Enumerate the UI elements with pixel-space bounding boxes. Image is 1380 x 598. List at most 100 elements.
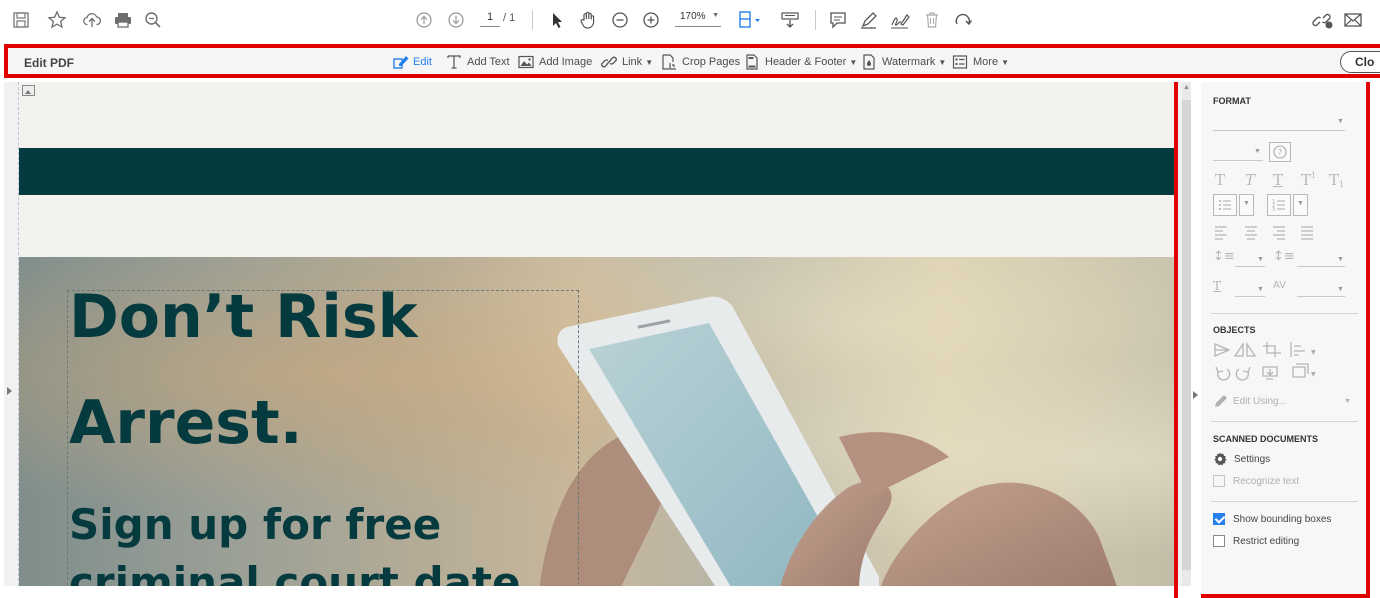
add-text-label: Add Text xyxy=(467,56,510,68)
font-family-dropdown[interactable] xyxy=(1213,130,1345,131)
header-footer-label: Header & Footer xyxy=(765,56,847,68)
zoom-out-icon[interactable] xyxy=(610,10,630,30)
link-label: Link xyxy=(622,56,643,68)
character-spacing-dropdown[interactable] xyxy=(1297,296,1345,297)
hand-tool-icon[interactable] xyxy=(578,10,598,30)
watermark-dropdown-button[interactable]: Watermark ▼ xyxy=(861,53,946,71)
close-edit-button[interactable]: Clo xyxy=(1340,51,1380,73)
text-alignment-group xyxy=(1215,226,1313,240)
crop-pages-button[interactable]: Crop Pages xyxy=(661,53,740,71)
link-dropdown-button[interactable]: Link ▼ xyxy=(601,53,653,71)
comment-icon[interactable] xyxy=(828,10,848,30)
restrict-editing-checkbox[interactable]: Restrict editing xyxy=(1213,535,1299,547)
toolbar-divider xyxy=(815,10,816,30)
header-footer-dropdown-button[interactable]: Header & Footer ▼ xyxy=(744,53,857,71)
header-banner xyxy=(19,148,1174,195)
email-icon[interactable] xyxy=(1343,10,1363,30)
numbered-list-dropdown[interactable]: ▼ xyxy=(1293,194,1308,216)
scrollbar-thumb[interactable] xyxy=(1182,100,1191,570)
share-link-icon[interactable] xyxy=(1312,10,1333,30)
edit-icon xyxy=(392,54,409,70)
highlight-pen-icon[interactable] xyxy=(859,10,879,30)
link-icon xyxy=(601,54,617,70)
page-total-label: / 1 xyxy=(503,12,516,24)
edit-tool-label: Edit xyxy=(413,56,432,68)
print-icon[interactable] xyxy=(113,10,133,30)
restrict-editing-label: Restrict editing xyxy=(1233,535,1300,547)
paragraph-spacing-dropdown[interactable] xyxy=(1297,266,1345,267)
headline-line-2[interactable]: Arrest. xyxy=(69,388,303,458)
zoom-in-icon[interactable] xyxy=(641,10,661,30)
section-divider xyxy=(1211,421,1358,422)
crop-pages-icon xyxy=(661,54,677,70)
underline-text-icon[interactable]: T xyxy=(1273,171,1283,189)
next-page-icon[interactable] xyxy=(446,10,466,30)
crop-image-icon xyxy=(1263,342,1281,357)
save-icon[interactable] xyxy=(11,10,31,30)
help-button[interactable]: ? xyxy=(1269,142,1291,162)
line-spacing-icon[interactable]: ↕≡ xyxy=(1213,249,1235,264)
edit-tool-button[interactable]: Edit xyxy=(392,53,432,71)
line-spacing-dropdown[interactable] xyxy=(1235,266,1265,267)
bullet-list-dropdown[interactable]: ▼ xyxy=(1239,194,1254,216)
bullet-list-button[interactable] xyxy=(1213,194,1237,216)
show-bounding-boxes-checkbox[interactable]: Show bounding boxes xyxy=(1213,513,1331,525)
chevron-down-icon: ▼ xyxy=(1337,256,1344,263)
svg-text:?: ? xyxy=(1278,148,1282,157)
superscript-text-icon[interactable]: T1 xyxy=(1301,171,1316,189)
crop-pages-label: Crop Pages xyxy=(682,56,741,68)
edit-pdf-title: Edit PDF xyxy=(24,56,74,70)
italic-text-icon[interactable]: T xyxy=(1245,171,1255,189)
zoom-level-select[interactable]: 170% ▼ xyxy=(675,11,721,27)
expand-left-panel-icon[interactable] xyxy=(7,387,12,395)
recognize-text-box xyxy=(1213,475,1225,487)
collapse-panel-icon[interactable] xyxy=(1193,391,1198,399)
page-fit-icon[interactable] xyxy=(737,10,760,30)
rotate-counterclockwise-icon xyxy=(1215,366,1231,381)
font-size-dropdown[interactable] xyxy=(1213,160,1263,161)
numbered-list-icon: 123 xyxy=(1272,199,1285,213)
subheadline-line-2[interactable]: criminal court date xyxy=(69,558,520,586)
gear-icon xyxy=(1214,452,1227,466)
add-text-button[interactable]: Add Text xyxy=(446,53,510,71)
objects-section-title: OBJECTS xyxy=(1213,325,1256,335)
character-spacing-icon[interactable]: AV xyxy=(1273,280,1286,291)
image-object-icon[interactable] xyxy=(22,85,35,96)
edit-using-dropdown[interactable]: Edit Using... ▼ xyxy=(1213,393,1353,409)
recognize-text-checkbox[interactable]: Recognize text xyxy=(1213,475,1299,487)
delete-trash-icon[interactable] xyxy=(922,10,942,30)
headline-line-1[interactable]: Don’t Risk xyxy=(69,282,418,352)
subscript-text-icon[interactable]: T1 xyxy=(1329,171,1344,189)
select-cursor-icon[interactable] xyxy=(547,10,567,30)
previous-page-icon[interactable] xyxy=(414,10,434,30)
align-right-icon xyxy=(1273,226,1285,240)
chevron-down-icon: ▼ xyxy=(1337,286,1344,293)
horizontal-scale-dropdown[interactable] xyxy=(1235,296,1265,297)
numbered-list-button[interactable]: 123 xyxy=(1267,194,1291,216)
add-image-button[interactable]: Add Image xyxy=(518,53,592,71)
document-canvas[interactable]: Don’t Risk Arrest. Sign up for free crim… xyxy=(19,82,1174,586)
keyboard-tool-icon[interactable] xyxy=(780,10,800,30)
more-icon xyxy=(952,54,968,70)
object-tools-group: ▼ ▼ xyxy=(1214,341,1316,381)
chevron-down-icon: ▼ xyxy=(1311,349,1316,356)
zoom-search-icon[interactable] xyxy=(143,10,163,30)
subheadline-line-1[interactable]: Sign up for free xyxy=(69,500,441,549)
align-left-icon xyxy=(1215,226,1227,240)
page-number-input[interactable]: 1 xyxy=(480,11,500,27)
bookmark-star-icon[interactable] xyxy=(47,10,67,30)
chevron-down-icon: ▼ xyxy=(1297,200,1304,207)
rotate-icon[interactable] xyxy=(953,10,973,30)
add-text-icon xyxy=(446,54,462,70)
format-section-title: FORMAT xyxy=(1213,96,1251,106)
flip-horizontal-icon xyxy=(1233,341,1257,357)
sign-icon[interactable] xyxy=(889,10,910,30)
more-dropdown-button[interactable]: More ▼ xyxy=(952,53,1009,71)
upload-cloud-icon[interactable] xyxy=(82,10,102,30)
paragraph-spacing-icon[interactable]: ↕≡ xyxy=(1273,249,1295,264)
scan-settings-button[interactable]: Settings xyxy=(1213,452,1270,466)
horizontal-scale-icon[interactable]: T xyxy=(1213,279,1221,293)
align-justify-icon xyxy=(1301,226,1313,240)
bold-text-icon[interactable]: T xyxy=(1215,171,1225,189)
add-image-label: Add Image xyxy=(539,56,593,68)
